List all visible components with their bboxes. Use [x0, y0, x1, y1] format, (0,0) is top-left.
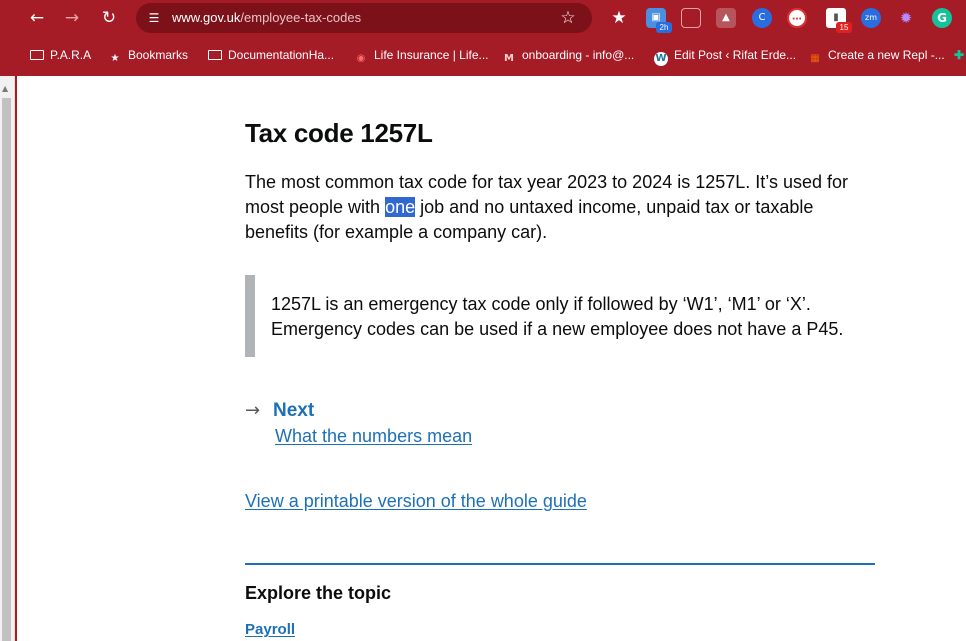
globe-icon: ◉: [356, 53, 366, 64]
bookmark-bookmarks[interactable]: ★ Bookmarks: [108, 45, 189, 65]
c-extension-icon[interactable]: C: [752, 8, 772, 28]
page-title: Tax code 1257L: [245, 118, 433, 148]
forward-button[interactable]: →: [59, 6, 85, 30]
printable-guide-link[interactable]: View a printable version of the whole gu…: [245, 491, 587, 512]
explore-topic-heading: Explore the topic: [245, 583, 392, 603]
wordpress-icon: W: [654, 52, 668, 66]
folder-icon: [30, 50, 44, 60]
browser-chrome: ← → ↻ ☰ www.gov.uk/employee-tax-codes ☆ …: [0, 0, 966, 76]
bookmark-label: Life Insurance | Life...: [374, 48, 489, 62]
folder-icon: [208, 50, 222, 60]
tab-group-icon[interactable]: ▣ 2h: [646, 8, 672, 33]
bookmark-replit[interactable]: ▦ Create a new Repl -...: [808, 45, 945, 65]
bookmark-documentation[interactable]: DocumentationHa...: [208, 45, 334, 65]
extension-badge: 2h: [656, 22, 672, 33]
gmail-icon: M: [504, 53, 514, 64]
bookmark-edit-post[interactable]: W Edit Post ‹ Rifat Erde...: [654, 45, 797, 66]
back-button[interactable]: ←: [24, 6, 50, 30]
next-page-link[interactable]: What the numbers mean: [275, 426, 472, 447]
bookmark-label: Create a new Repl -...: [828, 48, 945, 62]
url-text[interactable]: www.gov.uk/employee-tax-codes: [172, 3, 361, 33]
bookmark-label: Bookmarks: [128, 48, 189, 62]
replit-icon: ▦: [810, 53, 820, 64]
star-icon: ★: [611, 8, 627, 28]
address-bar[interactable]: ☰ www.gov.uk/employee-tax-codes ☆: [136, 3, 592, 33]
arrow-right-icon: →: [245, 400, 261, 421]
arrow-left-icon: ←: [29, 8, 45, 28]
star-icon: ★: [110, 53, 120, 64]
next-label: Next: [273, 400, 315, 421]
bookmarks-bar: P.A.R.A ★ Bookmarks DocumentationHa... ◉ L…: [0, 41, 966, 69]
scrollbar[interactable]: ▲: [0, 76, 15, 641]
bookmark-label: onboarding - info@...: [522, 48, 635, 62]
puzzle-icon[interactable]: ✹: [896, 8, 916, 28]
site-info-icon[interactable]: ☰: [144, 8, 164, 28]
bookmark-para[interactable]: P.A.R.A: [30, 45, 91, 65]
bookmark-overflow-icon[interactable]: ✚: [954, 45, 964, 65]
selected-text: one: [385, 197, 416, 217]
url-path: /employee-tax-codes: [240, 10, 362, 25]
section-divider: [245, 563, 875, 565]
arrow-right-icon: →: [64, 8, 80, 28]
bookmark-star-icon[interactable]: ☆: [556, 6, 580, 30]
intro-paragraph: The most common tax code for tax year 20…: [245, 170, 875, 245]
topic-link-payroll[interactable]: Payroll: [245, 621, 295, 638]
bookmark-onboarding[interactable]: Monboarding - info@...: [502, 45, 634, 65]
bookmarks-star-button[interactable]: ★: [606, 6, 632, 30]
tag-extension-icon[interactable]: ▮ 15: [826, 8, 852, 33]
grammarly-icon[interactable]: G: [932, 8, 952, 28]
bookmark-life-insurance[interactable]: ◉ Life Insurance | Life...: [354, 45, 489, 65]
inset-text: 1257L is an emergency tax code only if f…: [245, 275, 875, 357]
reload-button[interactable]: ↻: [96, 6, 122, 30]
scroll-thumb[interactable]: [2, 98, 11, 641]
browser-toolbar: ← → ↻ ☰ www.gov.uk/employee-tax-codes ☆ …: [0, 0, 966, 36]
page-edge-divider: [15, 76, 17, 641]
bookmark-label: P.A.R.A: [50, 48, 92, 62]
bookmark-label: DocumentationHa...: [228, 48, 335, 62]
scroll-up-icon[interactable]: ▲: [2, 84, 8, 93]
dots-extension-icon[interactable]: ⋯: [787, 8, 807, 28]
bookmark-label: Edit Post ‹ Rifat Erde...: [674, 48, 797, 62]
inset-paragraph: 1257L is an emergency tax code only if f…: [271, 294, 844, 339]
image-icon[interactable]: ▲: [716, 8, 736, 28]
zm-extension-icon[interactable]: zm: [861, 8, 881, 28]
url-host: www.gov.uk: [172, 10, 241, 25]
reload-icon: ↻: [101, 8, 117, 28]
screenshot-icon[interactable]: [681, 8, 701, 28]
extension-badge: 15: [836, 22, 852, 33]
